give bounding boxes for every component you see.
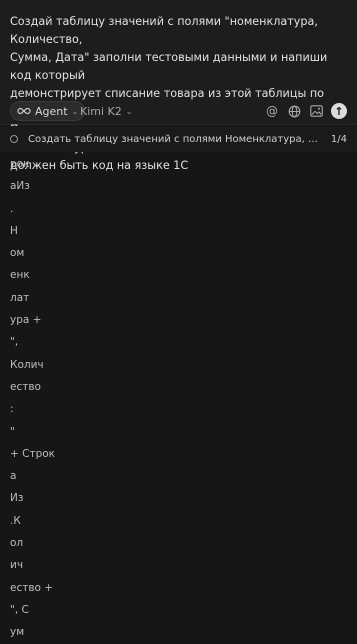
agent-mode-button[interactable]: Agent ⌄ [10,101,86,121]
agent-label: Agent [35,104,68,118]
history-count: 1/4 [330,133,347,145]
infinity-icon [17,104,31,118]
code-line: . [10,202,14,215]
code-line: ом [10,247,25,260]
code-line: ", [10,336,19,349]
code-line: + Строк [10,447,56,460]
composer-controls: Agent ⌄ Kimi K2 ⌄ @ ↑ [10,101,347,121]
image-icon[interactable] [309,104,323,118]
code-line: ум [10,626,25,639]
chevron-down-icon: ⌄ [125,106,133,116]
code-line: : [10,403,14,416]
code-line: Колич [10,358,44,371]
history-item[interactable]: Создать таблицу значений с полями Номенк… [0,126,357,152]
code-line: ество [10,380,41,393]
model-select[interactable]: Kimi K2 ⌄ [80,101,132,121]
code-line: аИз [10,180,30,193]
code-line: рок [10,158,30,170]
code-output: рок аИз. Ном енк лат ура + ", Колич ество: " + Стр… [10,153,100,644]
code-line: Н [10,224,18,237]
code-line: .К [10,514,21,527]
code-line: ура + [10,314,42,327]
arrow-up-icon: ↑ [334,104,344,118]
history-title: Создать таблицу значений с полями Номенк… [28,133,324,145]
send-button[interactable]: ↑ [331,103,347,119]
at-icon[interactable]: @ [265,104,279,118]
code-line: " [10,425,15,438]
code-line: Из [10,492,24,505]
code-line: ество + [10,581,54,594]
chat-composer[interactable]: Создай таблицу значений с полями "номенк… [0,0,357,172]
code-line: енк [10,269,30,282]
model-label: Kimi K2 [80,104,122,118]
code-line: ич [10,559,24,572]
status-circle-icon [10,135,18,143]
code-line: а [10,470,17,483]
globe-icon[interactable] [287,104,301,118]
chevron-down-icon: ⌄ [71,106,79,116]
code-line: лат [10,291,30,304]
code-line: ол [10,537,24,550]
composer-actions: @ ↑ [265,101,347,121]
code-line: ", С [10,603,29,616]
